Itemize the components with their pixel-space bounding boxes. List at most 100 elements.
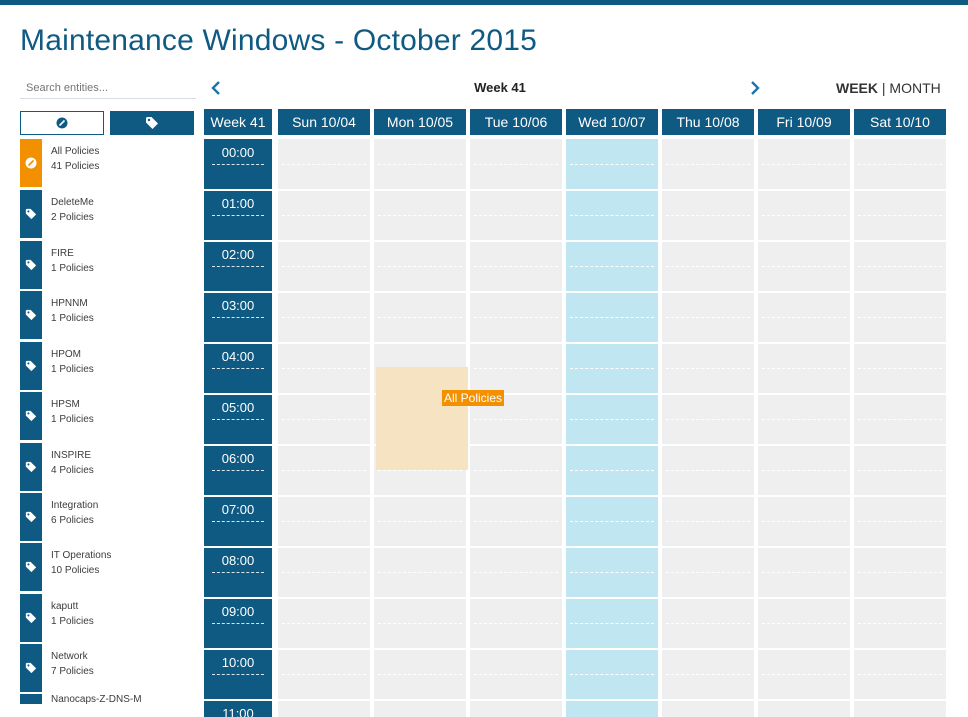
day-column-fri[interactable] — [758, 139, 850, 717]
half-hour-divider — [378, 623, 462, 624]
hour-label: 06:00 — [221, 451, 255, 466]
hour-divider — [204, 291, 272, 293]
half-hour-divider — [474, 674, 558, 675]
hour-divider — [204, 189, 272, 191]
half-hour-divider — [762, 266, 846, 267]
day-header-wed[interactable]: Wed 10/07 — [566, 109, 658, 135]
sidebar-item-hpnnm[interactable]: HPNNM 1 Policies — [20, 291, 196, 339]
hour-divider — [662, 699, 754, 701]
day-column-tue[interactable] — [470, 139, 562, 717]
week-view-link[interactable]: WEEK — [836, 80, 878, 96]
half-hour-divider — [570, 572, 654, 573]
half-hour-divider — [762, 572, 846, 573]
day-column-sat[interactable] — [854, 139, 946, 717]
sidebar-item-label: INSPIRE — [51, 450, 92, 461]
hour-divider — [374, 240, 466, 242]
day-header-fri[interactable]: Fri 10/09 — [758, 109, 850, 135]
day-column-wed-today[interactable] — [566, 139, 658, 717]
sidebar-item-count: 1 Policies — [51, 616, 94, 627]
sidebar-item-kaputt[interactable]: kaputt 1 Policies — [20, 594, 196, 642]
hour-divider — [854, 291, 946, 293]
half-hour-divider — [570, 521, 654, 522]
maintenance-window-block[interactable] — [376, 367, 468, 470]
week-calendar-grid: Week 41 Sun 10/04 Mon 10/05 Tue 10/06 We… — [204, 109, 946, 717]
tag-icon — [25, 612, 37, 624]
hour-divider — [204, 495, 272, 497]
day-header-tue[interactable]: Tue 10/06 — [470, 109, 562, 135]
half-hour-divider — [570, 674, 654, 675]
hour-divider — [374, 546, 466, 548]
half-hour-divider — [282, 368, 366, 369]
chevron-left-icon — [211, 81, 220, 95]
hour-divider — [204, 597, 272, 599]
sidebar-item-fire[interactable]: FIRE 1 Policies — [20, 241, 196, 289]
day-header-thu[interactable]: Thu 10/08 — [662, 109, 754, 135]
half-hour-divider — [212, 470, 264, 471]
next-week-button[interactable] — [745, 76, 765, 100]
hour-divider — [758, 597, 850, 599]
hour-divider — [470, 189, 562, 191]
hour-divider — [278, 189, 370, 191]
hour-divider — [758, 648, 850, 650]
sidebar-item-hpom[interactable]: HPOM 1 Policies — [20, 342, 196, 390]
half-hour-divider — [666, 266, 750, 267]
sidebar-item-hpsm[interactable]: HPSM 1 Policies — [20, 392, 196, 440]
top-accent-bar — [0, 0, 968, 5]
half-hour-divider — [378, 164, 462, 165]
policy-icon — [25, 157, 37, 169]
filter-by-tag-tab[interactable] — [110, 111, 194, 135]
day-column-thu[interactable] — [662, 139, 754, 717]
sidebar-item-all-policies[interactable]: All Policies 41 Policies — [20, 139, 196, 187]
week-number-header: Week 41 — [204, 109, 272, 135]
sidebar-item-count: 7 Policies — [51, 666, 94, 677]
day-header-sat[interactable]: Sat 10/10 — [854, 109, 946, 135]
half-hour-divider — [666, 419, 750, 420]
hour-divider — [470, 495, 562, 497]
half-hour-divider — [762, 164, 846, 165]
sidebar-item-deleteme[interactable]: DeleteMe 2 Policies — [20, 190, 196, 238]
hour-divider — [758, 495, 850, 497]
hour-divider — [566, 393, 658, 395]
sidebar-item-label: Nanocaps-Z-DNS-M — [51, 694, 142, 705]
hour-divider — [278, 648, 370, 650]
half-hour-divider — [858, 674, 942, 675]
sidebar-item-nanocaps[interactable]: Nanocaps-Z-DNS-M — [20, 693, 196, 717]
sidebar-item-integration[interactable]: Integration 6 Policies — [20, 493, 196, 541]
half-hour-divider — [378, 266, 462, 267]
sidebar-item-label: IT Operations — [51, 550, 112, 561]
day-column-sun[interactable] — [278, 139, 370, 717]
day-header-sun[interactable]: Sun 10/04 — [278, 109, 370, 135]
half-hour-divider — [212, 215, 264, 216]
half-hour-divider — [762, 521, 846, 522]
search-input[interactable] — [20, 77, 196, 99]
sidebar-item-count: 10 Policies — [51, 565, 100, 576]
page-title: Maintenance Windows - October 2015 — [20, 24, 538, 57]
half-hour-divider — [212, 164, 264, 165]
sidebar-item-network[interactable]: Network 7 Policies — [20, 644, 196, 692]
hour-divider — [470, 291, 562, 293]
hour-divider — [278, 240, 370, 242]
half-hour-divider — [858, 521, 942, 522]
sidebar-item-count: 41 Policies — [51, 161, 100, 172]
day-header-mon[interactable]: Mon 10/05 — [374, 109, 466, 135]
hour-divider — [758, 546, 850, 548]
half-hour-divider — [570, 623, 654, 624]
maintenance-window-label[interactable]: All Policies — [442, 390, 505, 406]
half-hour-divider — [858, 470, 942, 471]
half-hour-divider — [282, 317, 366, 318]
sidebar-item-count: 2 Policies — [51, 212, 94, 223]
sidebar-item-label: FIRE — [51, 248, 74, 259]
month-view-link[interactable]: MONTH — [889, 80, 940, 96]
half-hour-divider — [378, 317, 462, 318]
sidebar-item-label: DeleteMe — [51, 197, 94, 208]
half-hour-divider — [762, 368, 846, 369]
previous-week-button[interactable] — [206, 76, 226, 100]
hour-divider — [758, 240, 850, 242]
tag-icon — [25, 461, 37, 473]
sidebar-item-it-operations[interactable]: IT Operations 10 Policies — [20, 543, 196, 591]
half-hour-divider — [212, 623, 264, 624]
half-hour-divider — [282, 419, 366, 420]
half-hour-divider — [474, 623, 558, 624]
sidebar-item-inspire[interactable]: INSPIRE 4 Policies — [20, 443, 196, 491]
filter-by-policy-tab[interactable] — [20, 111, 104, 135]
